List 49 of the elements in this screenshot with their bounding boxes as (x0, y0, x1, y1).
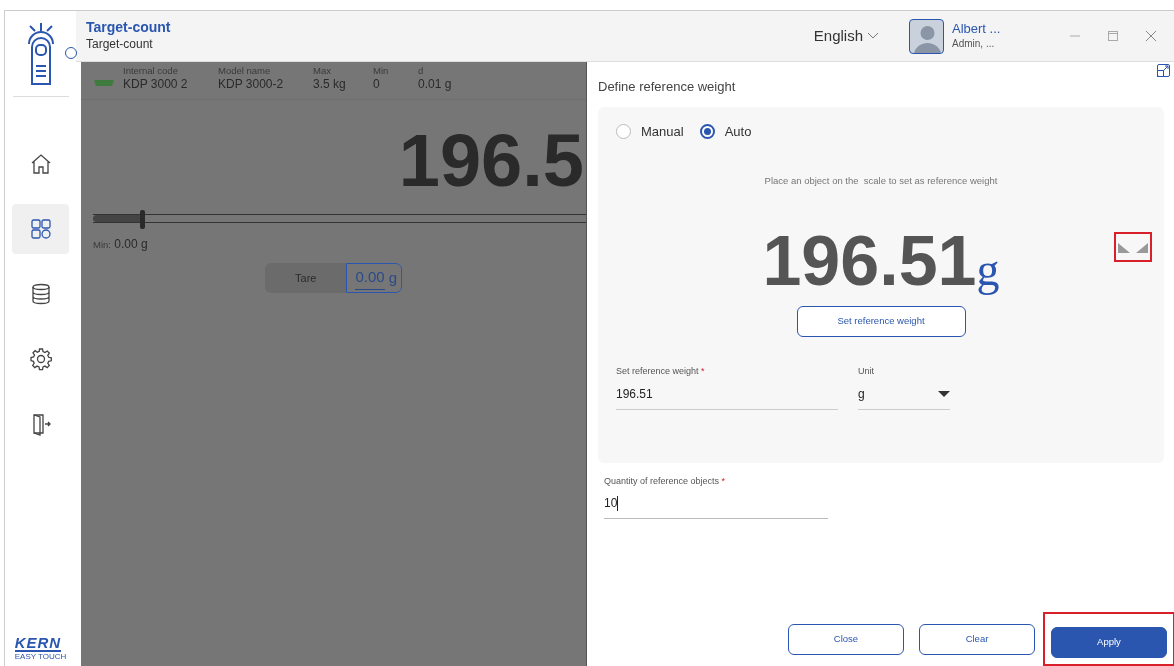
stability-indicator-icon (1118, 241, 1148, 254)
unit-dropdown[interactable]: g (858, 378, 950, 410)
set-reference-weight-button[interactable]: Set reference weight (796, 306, 966, 337)
info-value: 3.5 kg (313, 76, 347, 93)
close-icon (1145, 30, 1157, 42)
close-button[interactable]: Close (788, 623, 904, 655)
info-label: Min (373, 65, 390, 75)
info-value: KDP 3000 2 (123, 76, 189, 93)
finger-touch-logo-icon (25, 21, 56, 86)
user-role: Admin, ... (952, 37, 996, 52)
weight-value: 196.51 (762, 226, 977, 296)
info-value: 0 (373, 76, 381, 93)
apply-button[interactable]: Apply (1051, 627, 1167, 658)
min-label: Min: (93, 239, 111, 250)
sidebar-item[interactable] (12, 204, 69, 254)
radio-button[interactable] (616, 123, 631, 139)
radio-label[interactable]: Auto (724, 121, 752, 141)
avatar-silhouette (909, 18, 944, 54)
weight-unit: g (976, 247, 1000, 293)
weight-display: 196.5 (397, 124, 585, 198)
page-subtitle: Target-count (86, 36, 154, 54)
input-field[interactable]: 196.51 (616, 378, 838, 410)
dropdown-caret-icon (938, 390, 950, 397)
dialog-title: Define reference weight (598, 78, 737, 96)
instruction-text: Place an object on the scale to set as reference weight (763, 173, 999, 188)
field-label: Quantity of reference objects * (604, 474, 727, 488)
clear-button[interactable]: Clear (919, 623, 1035, 655)
resize-icon[interactable] (1157, 64, 1170, 77)
settings-icon (28, 347, 53, 371)
chevron-down-icon (867, 32, 879, 40)
grid-icon (28, 217, 53, 241)
scale-connector-icon (93, 79, 115, 87)
radio-label[interactable]: Manual (641, 121, 684, 141)
logo-tagline: EASY TOUCH (14, 652, 67, 662)
field-label: Unit (858, 365, 875, 378)
info-label: Max (313, 65, 332, 75)
maximize-icon (1107, 30, 1119, 42)
radio-button[interactable] (699, 123, 715, 139)
language-selector[interactable]: English (807, 23, 885, 49)
page-title: Target-count (86, 18, 171, 36)
slider-thumb[interactable] (140, 210, 146, 229)
info-value: KDP 3000-2 (218, 76, 285, 93)
field-label: Set reference weight * (616, 365, 706, 378)
slider-fill (93, 215, 143, 222)
input-field[interactable]: 10 (604, 488, 828, 519)
info-value: 0.01 g (418, 76, 453, 93)
min-value: 0.00 g (114, 237, 148, 251)
user-name[interactable]: Albert ... (952, 20, 1032, 37)
brand-logo: KERN (14, 635, 62, 653)
